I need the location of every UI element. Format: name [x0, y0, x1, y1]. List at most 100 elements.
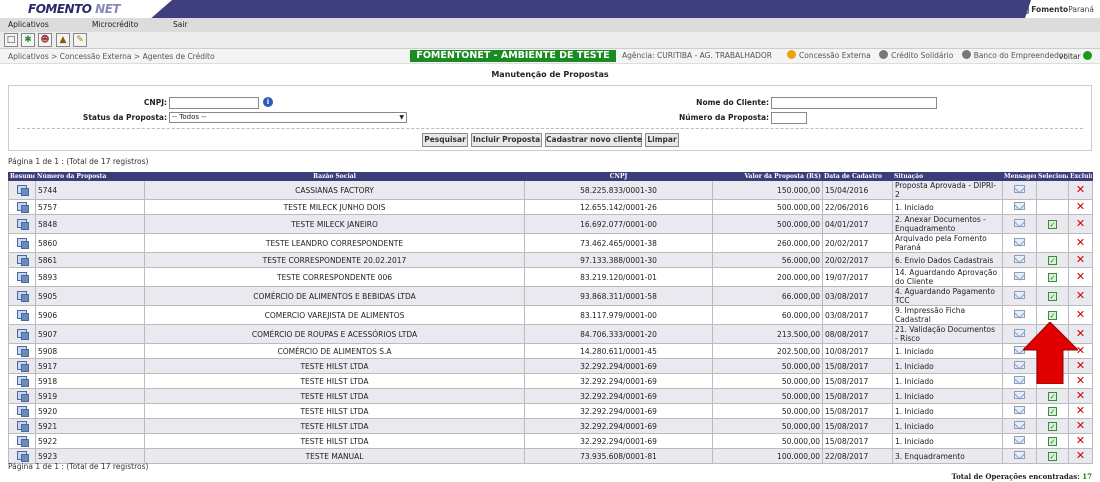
resumo-cell[interactable]	[8, 180, 36, 200]
mensagens-cell[interactable]	[1002, 233, 1037, 253]
fomentonet-logo[interactable]: FOMENTO NET	[28, 2, 121, 16]
menu-microcredito[interactable]: Microcrédito	[92, 20, 138, 29]
excluir-cell[interactable]: ✕	[1068, 252, 1093, 268]
resumo-cell[interactable]	[8, 343, 36, 359]
menu-sair[interactable]: Sair	[173, 20, 188, 29]
selecionar-cell[interactable]: ✓	[1036, 448, 1069, 464]
delete-icon[interactable]: ✕	[1076, 183, 1085, 196]
resumo-icon[interactable]	[17, 435, 29, 447]
delete-icon[interactable]: ✕	[1076, 435, 1085, 448]
select-icon[interactable]: ✓	[1048, 391, 1057, 401]
selecionar-cell[interactable]: ✓	[1036, 433, 1069, 449]
delete-icon[interactable]: ✕	[1076, 254, 1085, 267]
resumo-cell[interactable]	[8, 358, 36, 374]
resumo-cell[interactable]	[8, 199, 36, 215]
selecionar-cell[interactable]: ✓	[1036, 388, 1069, 404]
resumo-cell[interactable]	[8, 433, 36, 449]
resumo-icon[interactable]	[17, 405, 29, 417]
resumo-cell[interactable]	[8, 418, 36, 434]
select-icon[interactable]: ✓	[1048, 255, 1057, 265]
resumo-icon[interactable]	[17, 390, 29, 402]
mail-icon[interactable]	[1014, 436, 1025, 444]
mail-icon[interactable]	[1014, 391, 1025, 399]
resumo-cell[interactable]	[8, 388, 36, 404]
resumo-icon[interactable]	[17, 290, 29, 302]
mail-icon[interactable]	[1014, 272, 1025, 280]
mensagens-cell[interactable]	[1002, 448, 1037, 464]
select-icon[interactable]: ✓	[1048, 219, 1057, 229]
delete-icon[interactable]: ✕	[1076, 289, 1085, 302]
mensagens-cell[interactable]	[1002, 286, 1037, 306]
resumo-cell[interactable]	[8, 252, 36, 268]
excluir-cell[interactable]: ✕	[1068, 267, 1093, 287]
mail-icon[interactable]	[1014, 255, 1025, 263]
people-icon[interactable]: ☻	[38, 33, 52, 47]
new-doc-icon[interactable]: □	[4, 33, 18, 47]
resumo-icon[interactable]	[17, 328, 29, 340]
mensagens-cell[interactable]	[1002, 252, 1037, 268]
voltar-link[interactable]: voltar	[1059, 51, 1092, 61]
incluir-proposta-button[interactable]: Incluir Proposta	[471, 133, 542, 147]
selecionar-cell[interactable]: ✓	[1036, 252, 1069, 268]
mensagens-cell[interactable]	[1002, 388, 1037, 404]
mail-icon[interactable]	[1014, 406, 1025, 414]
select-icon[interactable]: ✓	[1048, 436, 1057, 446]
delete-icon[interactable]: ✕	[1076, 308, 1085, 321]
cadastrar-cliente-button[interactable]: Cadastrar novo cliente	[545, 133, 642, 147]
mensagens-cell[interactable]	[1002, 214, 1037, 234]
mail-icon[interactable]	[1014, 185, 1025, 193]
resumo-icon[interactable]	[17, 420, 29, 432]
excluir-cell[interactable]: ✕	[1068, 388, 1093, 404]
limpar-button[interactable]: Limpar	[645, 133, 679, 147]
resumo-cell[interactable]	[8, 286, 36, 306]
delete-icon[interactable]: ✕	[1076, 201, 1085, 214]
excluir-cell[interactable]: ✕	[1068, 418, 1093, 434]
nome-cliente-input[interactable]	[771, 97, 937, 109]
excluir-cell[interactable]: ✕	[1068, 199, 1093, 215]
mensagens-cell[interactable]	[1002, 433, 1037, 449]
selecionar-cell[interactable]: ✓	[1036, 286, 1069, 306]
resumo-icon[interactable]	[17, 345, 29, 357]
delete-icon[interactable]: ✕	[1076, 405, 1085, 418]
delete-icon[interactable]: ✕	[1076, 390, 1085, 403]
mail-icon[interactable]	[1014, 219, 1025, 227]
resumo-icon[interactable]	[17, 450, 29, 462]
delete-icon[interactable]: ✕	[1076, 420, 1085, 433]
delete-icon[interactable]: ✕	[1076, 236, 1085, 249]
resumo-cell[interactable]	[8, 267, 36, 287]
mensagens-cell[interactable]	[1002, 267, 1037, 287]
delete-icon[interactable]: ✕	[1076, 270, 1085, 283]
resumo-cell[interactable]	[8, 373, 36, 389]
cnpj-input[interactable]	[169, 97, 259, 109]
excluir-cell[interactable]: ✕	[1068, 433, 1093, 449]
info-icon[interactable]: i	[263, 97, 273, 107]
resumo-cell[interactable]	[8, 214, 36, 234]
mail-icon[interactable]	[1014, 451, 1025, 459]
resumo-icon[interactable]	[17, 184, 29, 196]
resumo-icon[interactable]	[17, 375, 29, 387]
mail-icon[interactable]	[1014, 202, 1025, 210]
mensagens-cell[interactable]	[1002, 403, 1037, 419]
excluir-cell[interactable]: ✕	[1068, 214, 1093, 234]
resumo-icon[interactable]	[17, 254, 29, 266]
select-icon[interactable]: ✓	[1048, 272, 1057, 282]
select-icon[interactable]: ✓	[1048, 291, 1057, 301]
select-icon[interactable]: ✓	[1048, 310, 1057, 320]
pesquisar-button[interactable]: Pesquisar	[422, 133, 468, 147]
mensagens-cell[interactable]	[1002, 180, 1037, 200]
excluir-cell[interactable]: ✕	[1068, 233, 1093, 253]
resumo-cell[interactable]	[8, 324, 36, 344]
status-select[interactable]: -- Todos -- ▼	[169, 112, 407, 123]
excluir-cell[interactable]: ✕	[1068, 403, 1093, 419]
menu-aplicativos[interactable]: Aplicativos	[8, 20, 49, 29]
mensagens-cell[interactable]	[1002, 418, 1037, 434]
resumo-cell[interactable]	[8, 233, 36, 253]
resumo-icon[interactable]	[17, 271, 29, 283]
mail-icon[interactable]	[1014, 238, 1025, 246]
mail-icon[interactable]	[1014, 421, 1025, 429]
resumo-icon[interactable]	[17, 237, 29, 249]
mensagens-cell[interactable]	[1002, 199, 1037, 215]
numero-proposta-input[interactable]	[771, 112, 807, 124]
edit-icon[interactable]: ✎	[73, 33, 87, 47]
selecionar-cell[interactable]: ✓	[1036, 214, 1069, 234]
